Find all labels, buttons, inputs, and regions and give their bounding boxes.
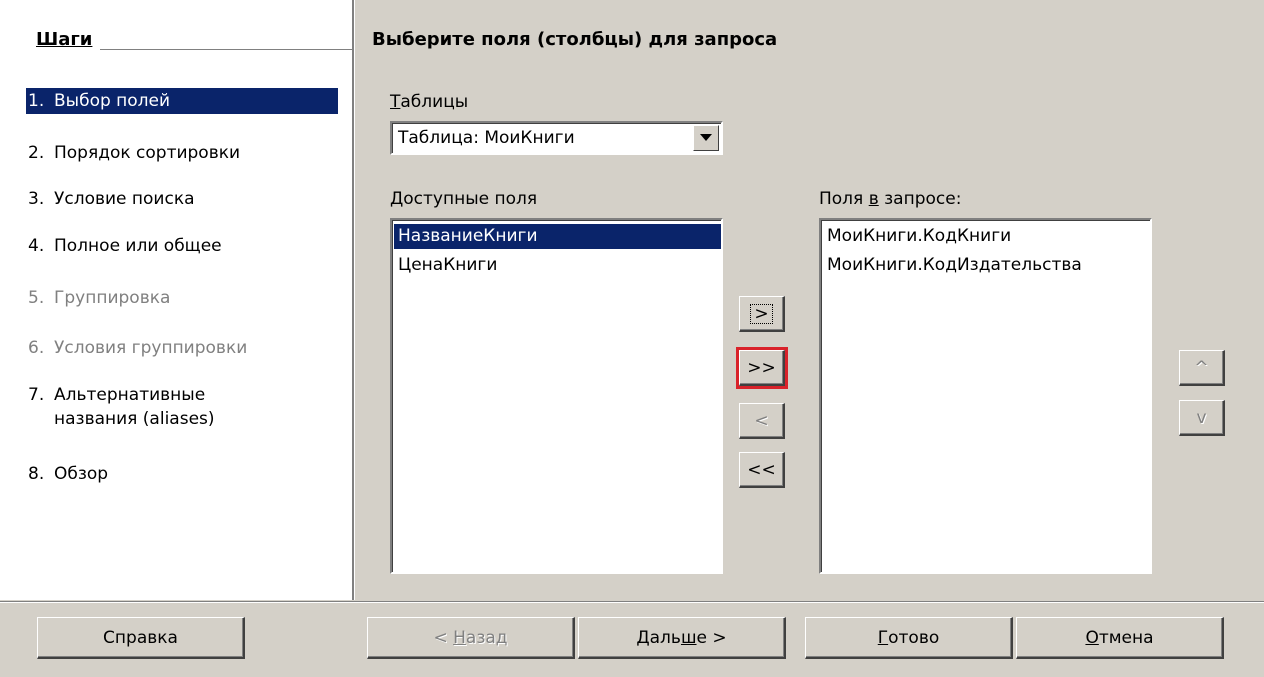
move-down-button[interactable]: v <box>1179 400 1225 436</box>
step-label: Порядок сортировки <box>54 143 241 163</box>
step-item-grouping: 5. Группировка <box>26 285 338 311</box>
step-number: 2. <box>28 143 45 163</box>
table-select-dropdown[interactable]: Таблица: МоиКниги <box>390 121 723 155</box>
available-fields-list[interactable]: НазваниеКниги ЦенаКниги <box>390 218 723 574</box>
list-item[interactable]: ЦенаКниги <box>394 253 721 278</box>
dropdown-arrow-button[interactable] <box>693 125 719 151</box>
remove-all-button[interactable]: << <box>739 452 785 488</box>
available-fields-label: Доступные поля <box>390 189 537 209</box>
move-one-button[interactable]: > <box>739 296 785 332</box>
step-label: Обзор <box>54 464 109 484</box>
next-label-mnemonic: ш <box>680 627 697 648</box>
step-label-line2: названия (aliases) <box>54 409 215 429</box>
finish-label-mnemonic: Г <box>877 627 889 648</box>
next-button[interactable]: Дальше > <box>578 617 786 659</box>
query-label-part: Поля <box>819 189 869 209</box>
next-button-label: Дальше > <box>636 628 726 648</box>
footer-divider <box>0 601 1264 603</box>
step-label: Условия группировки <box>54 338 248 358</box>
table-select-value: Таблица: МоиКниги <box>398 128 575 148</box>
remove-one-label: < <box>754 410 769 431</box>
remove-one-button[interactable]: < <box>739 403 785 439</box>
move-up-button[interactable]: ^ <box>1179 350 1225 386</box>
finish-button[interactable]: Готово <box>805 617 1013 659</box>
steps-title-rule <box>100 49 352 50</box>
step-item-sort-order[interactable]: 2. Порядок сортировки <box>26 140 338 166</box>
back-label-part: азад <box>465 627 508 648</box>
step-label: Выбор полей <box>54 91 171 111</box>
query-label-part: запросе: <box>878 189 962 209</box>
back-label-mnemonic: Н <box>453 627 466 648</box>
step-number: 3. <box>28 189 45 209</box>
cancel-label-part: тмена <box>1098 627 1154 648</box>
list-item[interactable]: МоиКниги.КодИздательства <box>823 253 1150 278</box>
list-item[interactable]: МоиКниги.КодКниги <box>823 224 1150 249</box>
move-down-label: v <box>1196 407 1207 428</box>
available-label-mnemonic: Д <box>390 189 404 209</box>
step-number: 1. <box>28 91 45 111</box>
step-number: 7. <box>28 385 45 405</box>
query-label-mnemonic: в <box>868 189 879 209</box>
step-item-overview[interactable]: 8. Обзор <box>26 461 338 487</box>
tables-label: Таблицы <box>390 92 468 112</box>
panel-divider <box>352 0 355 600</box>
cancel-label-mnemonic: О <box>1085 627 1099 648</box>
chevron-down-icon <box>700 134 712 141</box>
step-item-detail-or-summary[interactable]: 4. Полное или общее <box>26 233 338 259</box>
query-fields-list[interactable]: МоиКниги.КодКниги МоиКниги.КодИздательст… <box>819 218 1152 574</box>
finish-button-label: Готово <box>878 628 940 648</box>
list-item[interactable]: НазваниеКниги <box>394 224 721 249</box>
step-label: Условие поиска <box>54 189 195 209</box>
step-number: 8. <box>28 464 45 484</box>
next-label-part: е > <box>696 627 727 648</box>
step-item-field-selection[interactable]: 1. Выбор полей <box>26 88 338 114</box>
move-all-label: >> <box>747 357 776 378</box>
remove-all-label: << <box>747 459 776 480</box>
step-label: Полное или общее <box>54 236 222 256</box>
tables-label-rest: аблицы <box>400 92 469 112</box>
page-title: Выберите поля (столбцы) для запроса <box>372 29 778 50</box>
steps-title: Шаги <box>36 29 93 50</box>
step-number: 6. <box>28 338 45 358</box>
move-up-label: ^ <box>1194 357 1209 378</box>
cancel-button-label: Отмена <box>1085 628 1153 648</box>
step-label: Группировка <box>54 288 171 308</box>
finish-label-part: отово <box>888 627 940 648</box>
back-button[interactable]: < Назад <box>367 617 575 659</box>
step-label-line1: Альтернативные <box>54 385 206 405</box>
query-fields-label: Поля в запросе: <box>819 189 961 209</box>
tables-label-mnemonic: Т <box>390 92 401 112</box>
step-number: 5. <box>28 288 45 308</box>
step-item-grouping-conditions: 6. Условия группировки <box>26 335 338 361</box>
available-label-rest: оступные поля <box>403 189 538 209</box>
help-button-label: Справка <box>103 627 178 648</box>
back-label-part: < <box>433 627 454 648</box>
move-one-label: > <box>750 303 773 324</box>
step-item-search-condition[interactable]: 3. Условие поиска <box>26 186 338 212</box>
next-label-part: Даль <box>636 627 681 648</box>
step-number: 4. <box>28 236 45 256</box>
back-button-label: < Назад <box>433 628 507 648</box>
step-item-aliases[interactable]: 7. Альтернативные названия (aliases) <box>26 383 338 431</box>
move-all-button[interactable]: >> <box>736 347 788 389</box>
cancel-button[interactable]: Отмена <box>1016 617 1224 659</box>
help-button[interactable]: Справка <box>37 617 245 659</box>
